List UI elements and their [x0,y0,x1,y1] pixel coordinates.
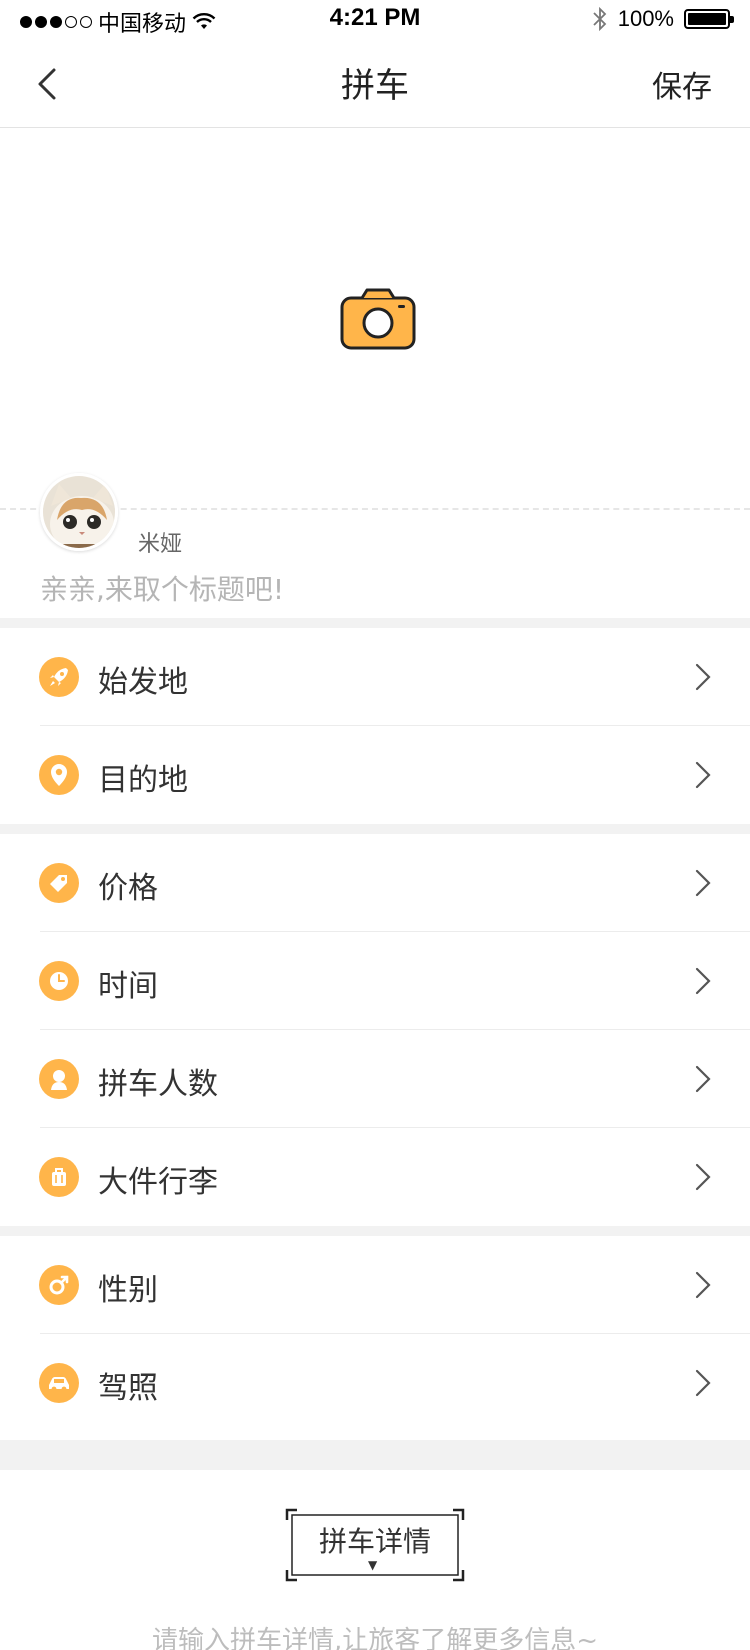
clock-icon [39,961,79,1001]
row-label: 驾照 [98,1371,158,1406]
cover-photo-upload[interactable] [0,128,750,508]
battery-percent: 100% [617,6,674,31]
row-departure[interactable]: 始发地 [0,628,750,726]
title-input[interactable]: 亲亲,来取个标题吧! [40,568,284,608]
section-gap [0,1226,750,1236]
chevron-right-icon [695,1163,711,1191]
chevron-right-icon [695,663,711,691]
rocket-icon [39,657,79,697]
row-destination[interactable]: 目的地 [0,726,750,824]
row-label: 性别 [98,1273,158,1308]
row-price[interactable]: 价格 [0,834,750,932]
chevron-right-icon [695,1065,711,1093]
username: 米娅 [138,532,183,557]
person-icon [39,1059,79,1099]
row-label: 大件行李 [98,1165,218,1200]
chevron-right-icon [695,967,711,995]
page-title: 拼车 [341,66,409,106]
status-right: 100% [592,6,734,32]
status-bar: 中国移动 4:21 PM 100% [0,0,750,40]
chevron-right-icon [695,761,711,789]
car-icon [39,1363,79,1403]
price-tag-icon [39,863,79,903]
row-label: 拼车人数 [98,1067,218,1102]
row-time[interactable]: 时间 [0,932,750,1030]
row-label: 价格 [98,871,158,906]
avatar[interactable] [40,473,118,551]
details-input[interactable]: 请输入拼车详情,让旅客了解更多信息~ [0,1620,750,1650]
row-gender[interactable]: 性别 [0,1236,750,1334]
location-pin-icon [39,755,79,795]
gender-icon [39,1265,79,1305]
section-gap [0,1440,750,1470]
chevron-right-icon [695,1271,711,1299]
caret-down-icon: ▼ [368,1558,378,1572]
row-drivers-license[interactable]: 驾照 [0,1334,750,1432]
cat-avatar-image [43,476,115,548]
details-title: 拼车详情 [318,1525,431,1558]
luggage-icon [39,1157,79,1197]
section-gap [0,618,750,628]
row-luggage[interactable]: 大件行李 [0,1128,750,1226]
row-label: 目的地 [98,763,188,798]
row-passenger-count[interactable]: 拼车人数 [0,1030,750,1128]
bluetooth-icon [593,6,606,32]
battery-icon [684,9,734,29]
chevron-right-icon [695,869,711,897]
details-tag: 拼车详情 ▼ [285,1508,465,1582]
section-gap [0,824,750,834]
row-label: 时间 [98,969,158,1004]
chevron-right-icon [695,1369,711,1397]
nav-bar: 拼车 保存 [0,40,750,128]
save-button[interactable]: 保存 [652,62,712,106]
camera-icon[interactable] [340,288,416,350]
row-label: 始发地 [98,665,188,700]
